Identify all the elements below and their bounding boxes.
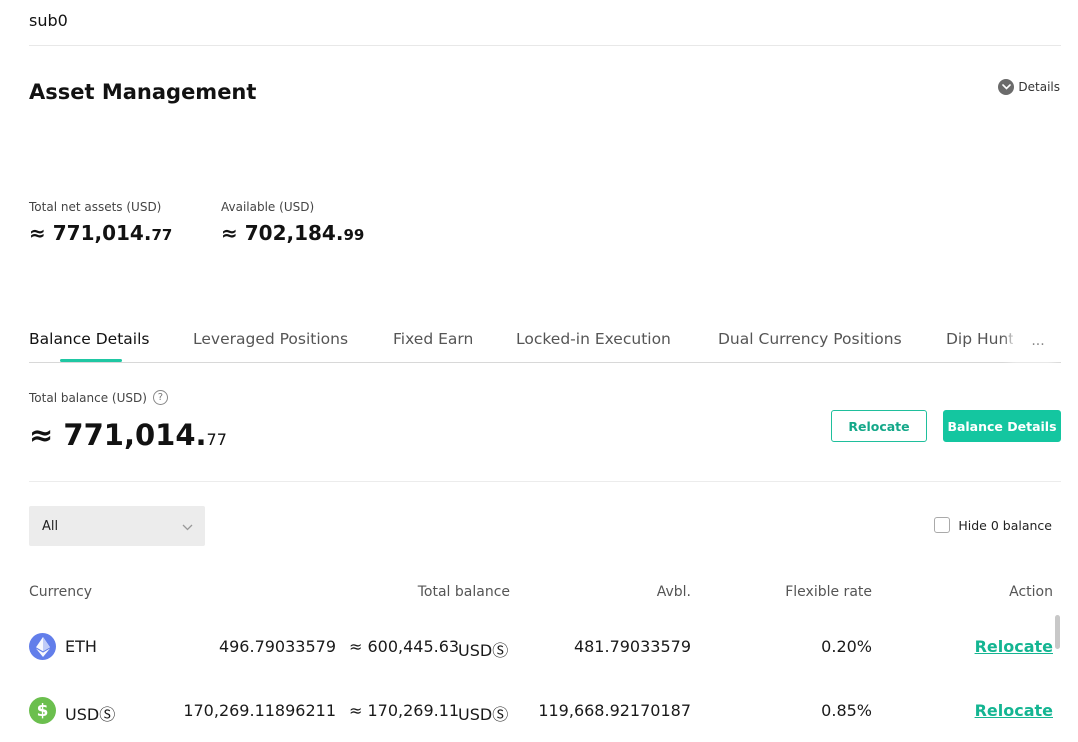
chevron-down-icon (182, 520, 193, 535)
available-assets: Available (USD) ≈ 702,184.99 (221, 200, 364, 245)
hide-zero-checkbox[interactable] (934, 517, 951, 533)
currency-name: ETH (65, 637, 97, 656)
tab-fixed-earn[interactable]: Fixed Earn (393, 330, 473, 348)
section-divider (29, 481, 1061, 482)
page-title: Asset Management (29, 80, 257, 104)
tab-dual-currency-positions[interactable]: Dual Currency Positions (718, 330, 902, 348)
balance-details-button[interactable]: Balance Details (943, 410, 1061, 442)
scrollbar-thumb[interactable] (1055, 615, 1060, 649)
total-balance-cell: 496.79033579 (218, 637, 336, 656)
total-net-assets-label: Total net assets (USD) (29, 200, 162, 214)
relocate-button[interactable]: Relocate (831, 410, 927, 442)
column-header-action: Action (1009, 584, 1053, 600)
eth-icon (29, 633, 56, 660)
usd-unit-cell: USDⓈ (458, 641, 509, 660)
available-label: Available (USD) (221, 200, 315, 214)
usds-icon: $ (29, 697, 56, 724)
currency-name: USDⓈ (65, 705, 116, 724)
column-header-flexible-rate: Flexible rate (785, 584, 872, 600)
chevron-down-icon (998, 79, 1015, 95)
table-row: $ USDⓈ 170,269.11896211 ≈ 170,269.11 USD… (0, 691, 1078, 731)
available-value: ≈ 702,184.99 (221, 221, 365, 245)
tab-balance-details[interactable]: Balance Details (29, 330, 149, 348)
total-net-assets-value: ≈ 771,014.77 (29, 221, 173, 245)
currency-filter-select[interactable]: All (29, 506, 205, 546)
total-balance-value: ≈ 771,014.77 (29, 418, 227, 452)
active-tab-indicator (60, 359, 122, 362)
total-balance-label: Total balance (USD) ? (29, 390, 168, 405)
available-cell: 119,668.92170187 (538, 701, 691, 720)
currency-filter-value: All (42, 518, 59, 534)
tab-bar: Balance Details Leveraged Positions Fixe… (29, 328, 1061, 363)
more-tabs-button[interactable]: ··· (1015, 328, 1061, 362)
relocate-link[interactable]: Relocate (975, 701, 1053, 720)
tab-locked-in-execution[interactable]: Locked-in Execution (516, 330, 671, 348)
column-header-available: Avbl. (656, 584, 691, 600)
flexible-rate-cell: 0.20% (821, 637, 872, 656)
usd-equivalent-cell: ≈ 170,269.11 (349, 701, 460, 720)
column-header-total-balance: Total balance (417, 584, 510, 600)
table-row: ETH 496.79033579 ≈ 600,445.63 USDⓈ 481.7… (0, 627, 1078, 667)
top-divider (29, 45, 1061, 46)
available-cell: 481.79033579 (573, 637, 691, 656)
usd-equivalent-cell: ≈ 600,445.63 (349, 637, 460, 656)
tab-dip-hunter[interactable]: Dip Hunter (946, 330, 1013, 348)
tab-leveraged-positions[interactable]: Leveraged Positions (193, 330, 348, 348)
hide-zero-label: Hide 0 balance (958, 517, 1052, 533)
usd-unit-cell: USDⓈ (458, 705, 509, 724)
total-net-assets: Total net assets (USD) ≈ 771,014.77 (29, 200, 172, 245)
details-toggle[interactable]: Details (998, 79, 1060, 95)
account-name: sub0 (29, 11, 68, 30)
help-icon[interactable]: ? (152, 390, 168, 405)
hide-zero-balance-toggle[interactable]: Hide 0 balance (934, 517, 1052, 533)
relocate-link[interactable]: Relocate (975, 637, 1053, 656)
column-header-currency: Currency (29, 584, 93, 600)
flexible-rate-cell: 0.85% (821, 701, 872, 720)
total-balance-cell: 170,269.11896211 (183, 701, 336, 720)
details-label: Details (1018, 80, 1060, 94)
